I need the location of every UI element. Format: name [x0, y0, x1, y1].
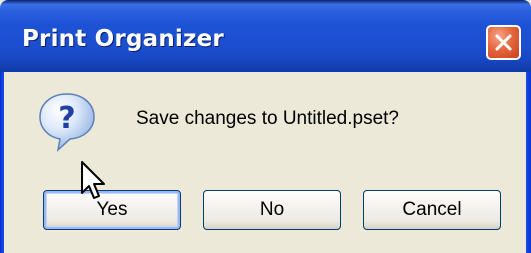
question-icon: ?	[36, 91, 98, 153]
svg-text:?: ?	[58, 101, 75, 136]
yes-button[interactable]: Yes	[43, 190, 181, 230]
dialog-window: Print Organizer ? Save changes to Untitl…	[0, 0, 531, 253]
title-bar[interactable]: Print Organizer	[0, 0, 531, 72]
close-button[interactable]	[486, 25, 521, 60]
window-title: Print Organizer	[22, 26, 224, 52]
close-icon	[495, 34, 512, 51]
window-frame-left	[0, 72, 4, 253]
no-button[interactable]: No	[203, 190, 341, 230]
window-frame-right	[526, 72, 531, 253]
cancel-button[interactable]: Cancel	[363, 190, 501, 230]
dialog-message: Save changes to Untitled.pset?	[136, 108, 400, 129]
